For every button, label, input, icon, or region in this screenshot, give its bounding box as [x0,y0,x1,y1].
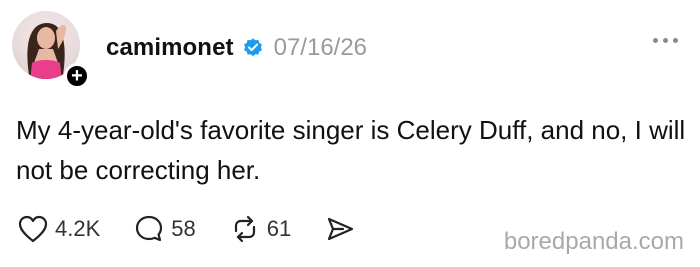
verified-badge-icon [242,37,264,59]
repost-icon [234,215,255,243]
comment-bubble-icon [136,215,163,242]
watermark: boredpanda.com [503,228,684,255]
like-count: 4.2K [55,216,101,241]
more-dots-icon [673,38,678,43]
repost-count: 61 [266,216,292,241]
plus-icon: + [71,64,83,87]
more-options-button[interactable] [653,38,678,43]
heart-icon [18,215,48,243]
repost-button[interactable]: 61 [230,214,291,244]
action-bar: 4.2K 58 61 [18,212,389,246]
like-button[interactable]: 4.2K [18,215,100,243]
post-date[interactable]: 07/16/26 [274,34,367,62]
reply-count: 58 [171,216,196,241]
post-text: My 4-year-old's favorite singer is Celer… [16,115,686,185]
send-icon [328,217,354,241]
avatar-container[interactable]: + [12,11,90,89]
username[interactable]: camimonet [106,34,234,62]
more-dots-icon [653,38,658,43]
reply-button[interactable]: 58 [134,214,196,244]
more-dots-icon [663,38,668,43]
follow-button[interactable]: + [64,63,90,89]
post-header: camimonet 07/16/26 [106,30,367,66]
share-button[interactable] [325,214,355,244]
